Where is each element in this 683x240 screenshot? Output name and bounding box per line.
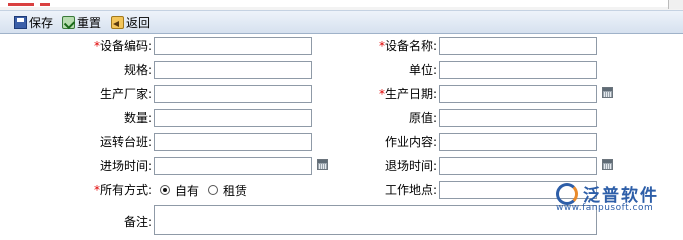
- exit-time-calendar-icon[interactable]: [602, 159, 613, 170]
- manufacturer-input[interactable]: [154, 85, 312, 103]
- ownership-label: *所有方式:: [93, 183, 152, 197]
- manufacturer-label: 生产厂家:: [99, 87, 152, 101]
- ownership-lease-radio[interactable]: [208, 185, 218, 195]
- work-location-label: 工作地点:: [384, 183, 437, 197]
- save-icon: [14, 15, 27, 29]
- original-value-input[interactable]: [439, 109, 597, 127]
- quantity-input[interactable]: [154, 109, 312, 127]
- reset-button[interactable]: 重置: [62, 14, 101, 30]
- spec-input[interactable]: [154, 61, 312, 79]
- reset-button-label: 重置: [77, 15, 102, 30]
- ownership-lease-label: 租赁: [223, 183, 248, 198]
- save-button[interactable]: 保存: [14, 14, 53, 30]
- device-code-input[interactable]: [154, 37, 312, 55]
- back-icon: [111, 15, 124, 29]
- remarks-textarea[interactable]: [154, 205, 597, 235]
- entry-time-input[interactable]: [154, 157, 312, 175]
- device-code-label: *设备编码:: [93, 39, 152, 53]
- production-date-label: *生产日期:: [378, 87, 437, 101]
- top-strip-mark: [8, 3, 34, 6]
- ownership-option-lease[interactable]: 租赁: [208, 181, 247, 199]
- ownership-own-radio[interactable]: [160, 185, 170, 195]
- entry-time-calendar-icon[interactable]: [317, 159, 328, 170]
- ownership-option-own[interactable]: 自有: [160, 181, 199, 199]
- operating-shifts-input[interactable]: [154, 133, 312, 151]
- quantity-label: 数量:: [123, 111, 152, 125]
- device-name-label: *设备名称:: [378, 39, 437, 53]
- exit-time-input[interactable]: [439, 157, 597, 175]
- top-strip-mark-2: [40, 3, 50, 6]
- fanpu-logo: 泛普软件 www.fanpusoft.com: [556, 181, 676, 213]
- top-strip-corner: [668, 0, 683, 9]
- work-content-label: 作业内容:: [384, 135, 437, 149]
- ownership-own-label: 自有: [175, 183, 200, 198]
- remarks-label: 备注:: [123, 215, 152, 229]
- top-strip: [0, 0, 683, 10]
- unit-label: 单位:: [408, 63, 437, 77]
- work-content-input[interactable]: [439, 133, 597, 151]
- back-button[interactable]: 返回: [111, 14, 150, 30]
- operating-shifts-label: 运转台班:: [99, 135, 152, 149]
- spec-label: 规格:: [123, 63, 152, 77]
- reset-icon: [62, 15, 75, 29]
- unit-input[interactable]: [439, 61, 597, 79]
- exit-time-label: 退场时间:: [384, 159, 437, 173]
- original-value-label: 原值:: [408, 111, 437, 125]
- toolbar: 保存 重置 返回: [0, 10, 683, 34]
- logo-url: www.fanpusoft.com: [556, 203, 654, 213]
- back-button-label: 返回: [126, 15, 151, 30]
- production-date-calendar-icon[interactable]: [602, 87, 613, 98]
- device-name-input[interactable]: [439, 37, 597, 55]
- save-button-label: 保存: [29, 15, 54, 30]
- logo-mark-icon: [556, 183, 578, 205]
- production-date-input[interactable]: [439, 85, 597, 103]
- entry-time-label: 进场时间:: [99, 159, 152, 173]
